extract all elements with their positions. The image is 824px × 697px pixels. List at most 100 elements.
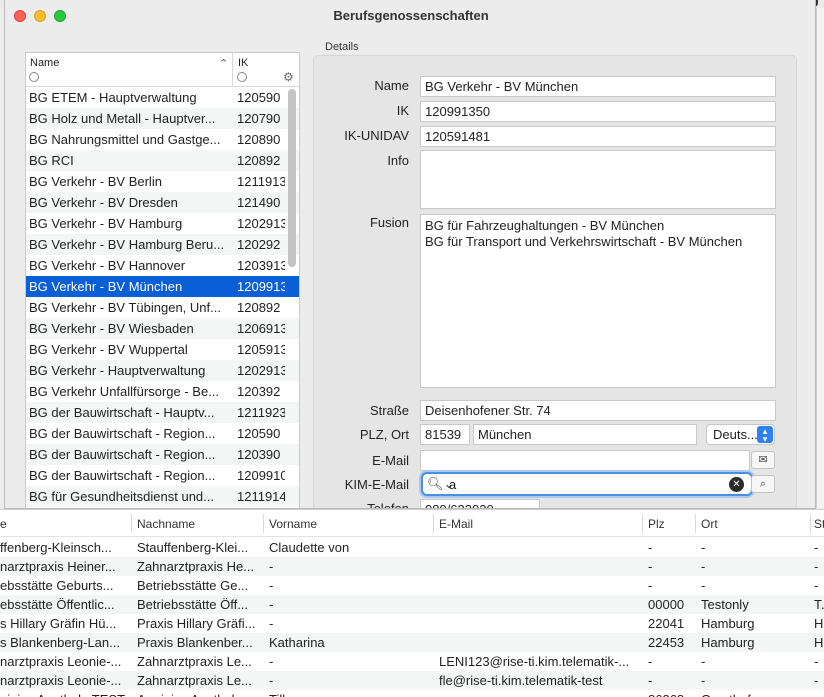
plz-field[interactable]: 81539: [420, 424, 470, 445]
fusion-label: Fusion: [369, 215, 409, 230]
list-row-name: BG der Bauwirtschaft - Region...: [29, 447, 216, 462]
list-row-ik: 120590: [237, 426, 281, 441]
list-row[interactable]: BG Verkehr - BV Wiesbaden 1206913: [26, 318, 299, 339]
column-separator[interactable]: [263, 514, 264, 533]
cell-strasse: -: [814, 578, 819, 593]
list-row[interactable]: BG der Bauwirtschaft - Region... 120590: [26, 423, 299, 444]
cell-name: narztpraxis Leonie-...: [0, 654, 122, 669]
list-row[interactable]: BG Verkehr - BV Hamburg Beru... 120292: [26, 234, 299, 255]
list-row[interactable]: BG Verkehr - Hauptverwaltung 1202913: [26, 360, 299, 381]
list-row-ik: 1209913: [237, 279, 285, 294]
table-row[interactable]: s Blankenberg-Lan... Praxis Blankenber...…: [0, 633, 824, 652]
column-header-name[interactable]: Name: [30, 57, 59, 69]
list-row[interactable]: BG Verkehr - BV Dresden 121490: [26, 192, 299, 213]
list-row-name: BG Verkehr - BV Wuppertal: [29, 342, 188, 357]
list-row[interactable]: BG Nahrungsmittel und Gastge... 120890: [26, 129, 299, 150]
cell-vorname: -: [269, 597, 274, 612]
column-header-nachname[interactable]: Nachname: [137, 517, 261, 531]
list-row[interactable]: BG für Gesundheitsdienst und... 1211914: [26, 486, 299, 507]
ik-filter-radio[interactable]: [237, 72, 247, 82]
list-row-name: BG Verkehr - BV Hamburg: [29, 216, 183, 231]
column-separator[interactable]: [433, 514, 434, 533]
window-titlebar[interactable]: Berufsgenossenschaften: [5, 0, 815, 32]
column-header-vorname[interactable]: Vorname: [269, 517, 429, 531]
list-row[interactable]: BG der Bauwirtschaft - Region... 1209910: [26, 465, 299, 486]
column-header-ik[interactable]: IK: [238, 57, 248, 69]
cell-strasse: -: [814, 559, 819, 574]
list-row-name: BG Verkehr - BV Berlin: [29, 174, 162, 189]
list-row[interactable]: BG der Bauwirtschaft - Region... 120390: [26, 444, 299, 465]
strasse-field[interactable]: Deisenhofener Str. 74: [420, 400, 776, 421]
list-row-ik: 1211913: [237, 174, 285, 189]
cell-plz: 22453: [648, 635, 685, 650]
table-row[interactable]: ebsstätte Öffentlic... Betriebsstätte Öff…: [0, 595, 824, 614]
list-row-ik: 120892: [237, 153, 281, 168]
table-row[interactable]: ninius ApothekeTEST Arminius Apothek... Ti…: [0, 690, 824, 697]
search-icon: ⌕: [759, 478, 767, 490]
popup-arrows-icon[interactable]: ▴ ▾: [757, 426, 773, 444]
info-textarea[interactable]: [420, 150, 776, 209]
table-row[interactable]: narztpraxis Heiner... Zahnarztpraxis He..…: [0, 557, 824, 576]
list-row-ik: 121490: [237, 195, 281, 210]
column-header-email[interactable]: E-Mail: [439, 517, 639, 531]
table-row[interactable]: narztpraxis Leonie-... Zahnarztpraxis Le.…: [0, 652, 824, 671]
list-row-ik: 120790: [237, 111, 281, 126]
cell-vorname: -: [269, 673, 274, 688]
list-row-ik: 120390: [237, 447, 281, 462]
column-header-strasse[interactable]: St: [814, 517, 824, 531]
column-separator[interactable]: [810, 514, 811, 533]
column-separator[interactable]: [695, 514, 696, 533]
ik-field[interactable]: 120991350: [420, 101, 776, 122]
table-row[interactable]: ebsstätte Geburts... Betriebsstätte Ge...…: [0, 576, 824, 595]
table-row[interactable]: narztpraxis Leonie-... Zahnarztpraxis Le.…: [0, 671, 824, 690]
list-row-name: BG Verkehr - Hauptverwaltung: [29, 363, 206, 378]
column-header-ort[interactable]: Ort: [701, 517, 807, 531]
kim-search-button[interactable]: ⌕: [751, 475, 775, 493]
list-row[interactable]: BG Verkehr Unfallfürsorge - Be... 120392: [26, 381, 299, 402]
list-row[interactable]: BG Verkehr - BV Hamburg 1202913: [26, 213, 299, 234]
list-row[interactable]: BG Verkehr - BV München 1209913: [26, 276, 299, 297]
kim-email-label: KIM-E-Mail: [344, 477, 409, 492]
column-divider[interactable]: [232, 53, 233, 87]
list-row[interactable]: BG Verkehr - BV Hannover 1203913: [26, 255, 299, 276]
list-row[interactable]: BG Verkehr - BV Tübingen, Unf... 120892: [26, 297, 299, 318]
list-row[interactable]: BG der Bauwirtschaft - Hauptv... 1211923: [26, 402, 299, 423]
mail-button[interactable]: ✉: [751, 451, 775, 469]
cell-nachname: Praxis Hillary Gräfi...: [137, 616, 256, 631]
list-row[interactable]: BG RCI 120892: [26, 150, 299, 171]
list-row-ik: 1209910: [237, 468, 285, 483]
berufsgenossenschaften-list: Name ⌃ IK ⚙ BG ETEM - Hauptverwaltung 120…: [25, 52, 300, 508]
list-row[interactable]: BG Verkehr - BV Berlin 1211913: [26, 171, 299, 192]
cell-name: narztpraxis Heiner...: [0, 559, 116, 574]
column-separator[interactable]: [131, 514, 132, 533]
table-row[interactable]: ffenberg-Kleinsch... Stauffenberg-Klei...…: [0, 538, 824, 557]
table-row[interactable]: s Hillary Gräfin Hü... Praxis Hillary Grä…: [0, 614, 824, 633]
background-right-panel: [816, 8, 824, 508]
cell-nachname: Betriebsstätte Ge...: [137, 578, 249, 593]
sort-ascending-icon[interactable]: ⌃: [219, 57, 228, 70]
ikunidav-field[interactable]: 120591481: [420, 126, 776, 147]
email-field[interactable]: [420, 450, 750, 471]
cell-nachname: Praxis Blankenber...: [137, 635, 253, 650]
name-filter-radio[interactable]: [29, 72, 39, 82]
cell-strasse: -: [814, 673, 819, 688]
column-separator[interactable]: [642, 514, 643, 533]
list-row[interactable]: BG Holz und Metall - Hauptver... 120790: [26, 108, 299, 129]
column-header-name[interactable]: e: [0, 517, 128, 531]
ikunidav-label: IK-UNIDAV: [344, 128, 409, 143]
ort-field[interactable]: München: [473, 424, 697, 445]
list-row[interactable]: BG ETEM - Hauptverwaltung 120590: [26, 87, 299, 108]
telefon-field[interactable]: 089/622020: [420, 499, 540, 508]
fusion-textarea[interactable]: BG für Fahrzeughaltungen - BV München BG…: [420, 214, 776, 388]
cell-name: narztpraxis Leonie-...: [0, 673, 122, 688]
list-row-name: BG Verkehr - BV Hamburg Beru...: [29, 237, 225, 252]
cell-name: ninius ApothekeTEST: [0, 692, 128, 697]
list-row[interactable]: BG Verkehr - BV Wuppertal 1205913: [26, 339, 299, 360]
column-header-plz[interactable]: Plz: [648, 517, 692, 531]
name-field[interactable]: BG Verkehr - BV München: [420, 76, 776, 97]
kim-email-search-field[interactable]: 🔍︎⌄ a ✕: [421, 472, 753, 496]
contacts-table: e Nachname Vorname E-Mail Plz Ort St ffe…: [0, 509, 824, 697]
cell-ort: Hamburg: [701, 635, 755, 650]
clear-search-icon[interactable]: ✕: [729, 477, 744, 492]
cell-vorname: -: [269, 578, 274, 593]
